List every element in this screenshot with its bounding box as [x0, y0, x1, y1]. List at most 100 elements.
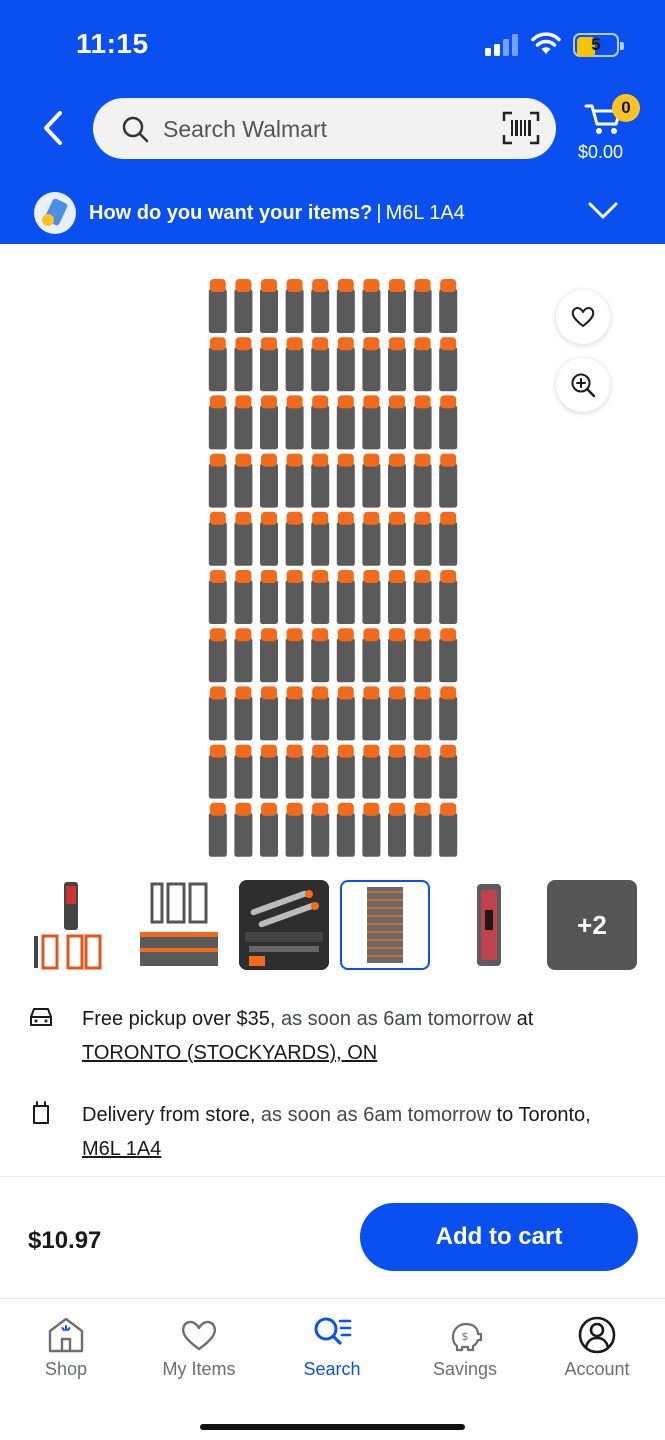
dart-body	[336, 521, 355, 566]
thumbnail-3[interactable]	[239, 880, 329, 970]
dart-tip	[389, 744, 405, 758]
dart-tip	[389, 802, 405, 816]
dart-tip	[286, 395, 303, 409]
dart-tip	[261, 686, 277, 700]
dart-body	[285, 521, 304, 566]
dart-tip	[209, 279, 226, 292]
dart-tip	[337, 802, 354, 816]
dart-tip	[414, 744, 431, 758]
fulfillment-icon	[34, 192, 76, 234]
dart-body	[208, 638, 227, 683]
dart-body	[336, 812, 355, 857]
dart-body	[234, 638, 253, 683]
dart-body	[388, 289, 406, 333]
nav-savings[interactable]: $ Savings	[405, 1315, 525, 1395]
back-button[interactable]	[36, 108, 72, 148]
dart-body	[413, 638, 432, 683]
shopping-bag-icon	[33, 1101, 49, 1124]
cellular-signal-icon	[485, 34, 518, 56]
search-input[interactable]: Search Walmart	[93, 98, 556, 159]
dart-tip	[414, 802, 431, 816]
dart-body	[234, 754, 253, 799]
product-image[interactable]	[205, 278, 461, 860]
dart-body	[311, 812, 330, 857]
thumbnail-more[interactable]: +2	[547, 880, 637, 970]
dart-tip	[337, 395, 354, 409]
dart-tip	[235, 686, 252, 700]
wifi-icon	[531, 32, 561, 54]
dart-body	[260, 289, 278, 333]
add-to-cart-button[interactable]: Add to cart	[360, 1203, 638, 1271]
dart-body	[439, 812, 458, 857]
dart-body	[311, 347, 330, 392]
dart-body	[362, 521, 381, 566]
dart-tip	[389, 395, 405, 409]
dart-body	[362, 405, 381, 450]
dart-tip	[235, 453, 252, 467]
dart-tip	[363, 802, 380, 816]
pickup-store-link[interactable]: TORONTO (STOCKYARDS), ON	[82, 1042, 377, 1064]
dart-body	[336, 405, 355, 450]
dart-body	[285, 289, 304, 333]
nav-search[interactable]: Search	[272, 1315, 392, 1395]
dart-body	[234, 521, 253, 566]
zoom-button[interactable]	[556, 358, 610, 412]
dart-tip	[440, 279, 457, 292]
dart-body	[234, 405, 253, 450]
delivery-postal-link[interactable]: M6L 1A4	[82, 1138, 161, 1160]
dart-tip	[363, 279, 380, 292]
thumbnail-strip: +2	[30, 880, 640, 972]
account-icon	[578, 1316, 616, 1354]
cart-button[interactable]: 0 $0.00	[578, 94, 642, 166]
dart-body	[336, 463, 355, 508]
thumbnail-2[interactable]	[134, 880, 224, 970]
dart-tip	[286, 628, 303, 642]
search-placeholder: Search Walmart	[163, 116, 328, 142]
dart-body	[413, 754, 432, 799]
dart-tip	[414, 395, 431, 409]
dart-tip	[312, 628, 329, 642]
dart-tip	[414, 337, 431, 351]
dart-body	[336, 696, 355, 741]
thumbnail-more-count: +2	[577, 910, 607, 940]
dart-body	[336, 754, 355, 799]
fulfillment-text: How do you want your items? | M6L 1A4	[89, 202, 465, 224]
dart-body	[208, 289, 227, 333]
nav-my-items[interactable]: My Items	[139, 1315, 259, 1395]
nav-account[interactable]: Account	[537, 1315, 657, 1395]
barcode-scanner-icon[interactable]	[502, 111, 540, 145]
dart-body	[234, 812, 253, 857]
dart-tip	[337, 453, 354, 467]
nav-shop[interactable]: Shop	[6, 1315, 126, 1395]
dart-tip	[286, 744, 303, 758]
dart-body	[285, 812, 304, 857]
dart-body	[336, 580, 355, 624]
heart-icon	[181, 1320, 217, 1351]
dart-body	[285, 638, 304, 683]
dart-body	[234, 696, 253, 741]
home-indicator	[200, 1424, 465, 1430]
dart-body	[285, 696, 304, 741]
thumbnail-1[interactable]	[30, 880, 120, 970]
dart-tip	[312, 511, 329, 525]
dart-tip	[414, 279, 431, 292]
fulfillment-selector[interactable]: How do you want your items? | M6L 1A4	[0, 182, 665, 244]
thumbnail-4-selected[interactable]	[340, 880, 430, 970]
thumbnail-5[interactable]	[443, 880, 533, 970]
heart-icon	[571, 306, 595, 327]
dart-body	[260, 463, 278, 508]
dart-tip	[312, 802, 329, 816]
dart-tip	[440, 744, 457, 758]
dart-body	[311, 463, 330, 508]
dart-body	[388, 812, 406, 857]
dart-body	[413, 463, 432, 508]
car-icon	[30, 1008, 52, 1026]
dart-tip	[440, 337, 457, 351]
dart-tip	[312, 570, 329, 583]
dart-body	[439, 289, 458, 333]
dart-tip	[261, 453, 277, 467]
cart-total: $0.00	[578, 142, 624, 162]
dart-tip	[440, 395, 457, 409]
dart-tip	[440, 453, 457, 467]
favorite-button[interactable]	[556, 290, 610, 344]
